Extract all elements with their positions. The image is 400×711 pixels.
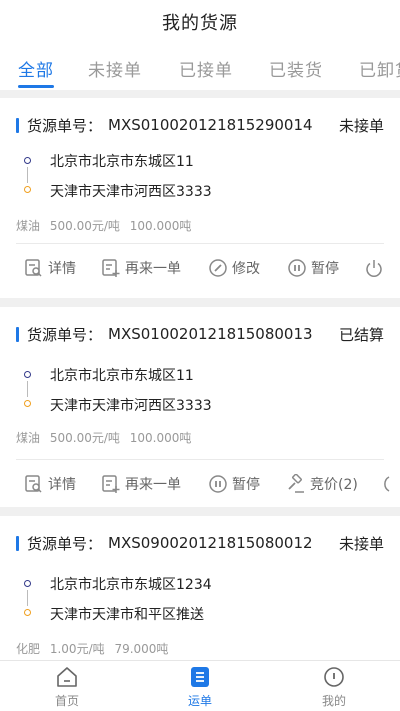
divider [16, 243, 384, 244]
reorder-button[interactable]: 再来一单 [101, 258, 181, 278]
more-button[interactable] [380, 474, 400, 494]
details-icon [25, 475, 42, 493]
card-actions: 详情 再来一单 修改 暂停 [0, 258, 400, 288]
pause-icon [209, 475, 227, 493]
goods-price: 500.00元/吨 [49, 431, 120, 445]
destination-dot-icon [24, 400, 31, 407]
card-header: 货源单号： MXS010020121815290014 未接单 [16, 115, 384, 135]
gavel-icon [288, 474, 304, 493]
nav-home-label: 首页 [54, 694, 79, 708]
goods-weight: 79.000吨 [114, 642, 169, 656]
bid-label: 竞价(2) [310, 477, 358, 493]
goods-info: 煤油 500.00元/吨 100.000吨 [16, 217, 197, 234]
card-header: 货源单号： MXS010020121815080013 已结算 [16, 324, 384, 344]
route-line [27, 590, 28, 606]
power-button[interactable] [364, 258, 388, 278]
nav-waybill[interactable]: 运单 [160, 665, 240, 709]
goods-name: 煤油 [16, 219, 41, 233]
destination-address: 天津市天津市河西区3333 [50, 398, 212, 414]
tab-bar: 全部 未接单 已接单 已装货 已卸货 [0, 44, 400, 90]
tab-loaded[interactable]: 已装货 [269, 56, 323, 81]
accent-bar [16, 535, 19, 551]
header: 我的货源 [0, 0, 400, 44]
edit-icon [209, 259, 227, 277]
origin-address: 北京市北京市东城区1234 [50, 577, 212, 593]
order-number: MXS010020121815290014 [108, 116, 313, 134]
pause-button[interactable]: 暂停 [287, 258, 339, 278]
order-number: MXS010020121815080013 [108, 325, 313, 343]
destination-address: 天津市天津市和平区推送 [50, 607, 204, 623]
edit-button[interactable]: 修改 [208, 258, 260, 278]
power-icon [366, 260, 382, 277]
status-badge: 未接单 [338, 116, 384, 135]
home-icon [57, 667, 77, 687]
pause-label: 暂停 [232, 477, 260, 493]
page-title: 我的货源 [162, 13, 238, 34]
origin-dot-icon [24, 157, 31, 164]
order-number: MXS090020121815080012 [108, 534, 313, 552]
origin-address: 北京市北京市东城区11 [50, 368, 194, 384]
details-label: 详情 [48, 261, 76, 277]
status-badge: 未接单 [338, 534, 384, 553]
details-button[interactable]: 详情 [24, 474, 76, 494]
divider [16, 459, 384, 460]
reorder-icon [102, 259, 120, 277]
accent-bar [16, 117, 19, 133]
goods-info: 煤油 500.00元/吨 100.000吨 [16, 429, 197, 446]
goods-weight: 100.000吨 [129, 431, 192, 445]
reorder-label: 再来一单 [125, 261, 181, 277]
cargo-card[interactable]: 货源单号： MXS090020121815080012 未接单 北京市北京市东城… [0, 516, 400, 660]
status-badge: 已结算 [338, 325, 384, 344]
goods-name: 化肥 [16, 642, 41, 656]
edit-label: 修改 [232, 261, 260, 277]
pause-button[interactable]: 暂停 [208, 474, 260, 494]
details-icon [25, 259, 42, 277]
tab-unloaded[interactable]: 已卸货 [359, 56, 400, 81]
nav-waybill-label: 运单 [187, 694, 212, 708]
origin-address: 北京市北京市东城区11 [50, 154, 194, 170]
nav-profile-label: 我的 [321, 694, 346, 708]
waybill-icon [191, 667, 209, 687]
order-label: 货源单号： [27, 325, 103, 344]
bottom-nav: 首页 运单 我的 [0, 660, 400, 711]
destination-dot-icon [24, 186, 31, 193]
cargo-card[interactable]: 货源单号： MXS010020121815080013 已结算 北京市北京市东城… [0, 307, 400, 507]
card-header: 货源单号： MXS090020121815080012 未接单 [16, 533, 384, 553]
more-icon [384, 476, 390, 492]
tab-not-accepted[interactable]: 未接单 [88, 56, 142, 81]
details-button[interactable]: 详情 [24, 258, 76, 278]
cargo-card[interactable]: 货源单号： MXS010020121815290014 未接单 北京市北京市东城… [0, 98, 400, 298]
goods-price: 1.00元/吨 [49, 642, 105, 656]
reorder-button[interactable]: 再来一单 [101, 474, 181, 494]
goods-weight: 100.000吨 [129, 219, 192, 233]
nav-profile[interactable]: 我的 [294, 665, 374, 709]
details-label: 详情 [48, 477, 76, 493]
active-tab-indicator [18, 85, 54, 88]
goods-price: 500.00元/吨 [49, 219, 120, 233]
profile-icon [324, 667, 344, 687]
tab-all[interactable]: 全部 [18, 56, 54, 81]
order-label: 货源单号： [27, 116, 103, 135]
order-label: 货源单号： [27, 534, 103, 553]
pause-label: 暂停 [311, 261, 339, 277]
accent-bar [16, 326, 19, 342]
goods-name: 煤油 [16, 431, 41, 445]
destination-dot-icon [24, 609, 31, 616]
route-line [27, 381, 28, 397]
origin-dot-icon [24, 580, 31, 587]
goods-info: 化肥 1.00元/吨 79.000吨 [16, 640, 174, 657]
reorder-label: 再来一单 [125, 477, 181, 493]
tab-accepted[interactable]: 已接单 [179, 56, 233, 81]
origin-dot-icon [24, 371, 31, 378]
reorder-icon [102, 475, 120, 493]
pause-icon [288, 259, 306, 277]
destination-address: 天津市天津市河西区3333 [50, 184, 212, 200]
card-actions: 详情 再来一单 暂停 竞价(2) [0, 474, 400, 504]
route-line [27, 167, 28, 183]
nav-home[interactable]: 首页 [27, 665, 107, 709]
bid-button[interactable]: 竞价(2) [286, 474, 358, 494]
